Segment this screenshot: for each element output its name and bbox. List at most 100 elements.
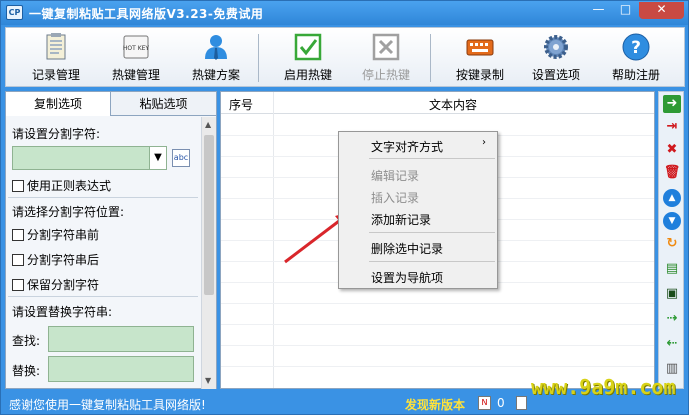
export-icon[interactable]: ⇥ (663, 118, 681, 136)
checkbox-box[interactable] (12, 229, 24, 241)
window-title: 一键复制粘贴工具网络版V3.23-免费试用 (29, 7, 264, 21)
tab-paste-options[interactable]: 粘贴选项 (111, 92, 216, 116)
open-folder-icon[interactable]: ➜ (663, 95, 681, 113)
menu-item-set-nav[interactable]: 设置为导航项 (371, 269, 443, 286)
separator-label: 请设置分割字符: (12, 127, 101, 141)
record-manage-button[interactable]: 记录管理 (24, 30, 88, 86)
before-separator-checkbox[interactable]: 分割字符串前 (12, 226, 99, 243)
section-divider (8, 197, 198, 198)
refresh-icon[interactable]: ↻ (663, 235, 681, 253)
watermark-text: www.9a9m.com (531, 375, 676, 399)
enable-hotkey-button[interactable]: 启用热键 (276, 30, 340, 86)
help-register-button[interactable]: ? 帮助注册 (604, 30, 668, 86)
column-header-index[interactable]: 序号 (229, 96, 253, 113)
menu-item-edit-record[interactable]: 编辑记录 (371, 167, 419, 184)
scroll-down-arrow-icon[interactable]: ▼ (205, 376, 211, 385)
stop-hotkey-button[interactable]: 停止热键 (354, 30, 418, 86)
checkbox-box[interactable] (12, 279, 24, 291)
help-icon: ? (622, 33, 650, 61)
scroll-thumb[interactable] (204, 135, 214, 295)
menu-separator (369, 232, 495, 233)
gear-icon (544, 35, 568, 59)
user-icon (205, 35, 227, 60)
options-scrollbar[interactable]: ▲ ▼ (201, 117, 216, 389)
notepad-icon (46, 33, 66, 60)
abc-edit-icon[interactable]: abc (172, 149, 190, 167)
row-gridline (221, 324, 654, 325)
row-gridline (221, 345, 654, 346)
hotkey-scheme-label: 热键方案 (191, 68, 240, 82)
menu-separator (369, 158, 495, 159)
record-manage-label: 记录管理 (31, 68, 80, 82)
main-toolbar: 记录管理 HOT KEY 热键管理 热键方案 启用热键 停止热键 按键录制 设置… (5, 27, 685, 87)
after-separator-label: 分割字符串后 (27, 253, 100, 267)
row-gridline (221, 366, 654, 367)
record-actions-bar: ➜ ⇥ ✖ 🗑 ▲ ▼ ↻ ▤ ▣ ⇢ ⇠ ▥ (658, 91, 684, 389)
keep-separator-label: 保留分割字符 (27, 278, 100, 292)
after-separator-checkbox[interactable]: 分割字符串后 (12, 251, 99, 268)
hotkey-manage-button[interactable]: HOT KEY 热键管理 (104, 30, 168, 86)
column-header-text[interactable]: 文本内容 (429, 96, 477, 113)
title-bar[interactable]: CP 一键复制粘贴工具网络版V3.23-免费试用 — □ ✕ (1, 1, 688, 25)
options-panel: 复制选项 粘贴选项 请设置分割字符: ▼ abc 使用正则表达式 请选择分割字符… (5, 91, 217, 389)
delete-icon[interactable]: ✖ (663, 141, 681, 159)
use-regex-checkbox[interactable]: 使用正则表达式 (12, 177, 111, 194)
settings-label: 设置选项 (531, 68, 580, 82)
status-n-icon: N (478, 396, 491, 410)
arrow-left-icon[interactable]: ⇠ (663, 335, 681, 353)
use-regex-label: 使用正则表达式 (27, 179, 112, 193)
new-version-link[interactable]: 发现新版本 (405, 396, 465, 413)
hotkey-manage-label: 热键管理 (111, 68, 160, 82)
settings-button[interactable]: 设置选项 (524, 30, 588, 86)
clipboard-icon[interactable]: ▤ (663, 260, 681, 278)
help-icon-text: ? (631, 38, 641, 58)
checkmark-icon (294, 33, 322, 61)
keep-separator-checkbox[interactable]: 保留分割字符 (12, 276, 99, 293)
before-separator-label: 分割字符串前 (27, 228, 100, 242)
position-label: 请选择分割字符位置: (12, 205, 125, 219)
row-gridline (221, 303, 654, 304)
chevron-down-icon[interactable]: ▼ (149, 146, 167, 170)
tab-copy-options[interactable]: 复制选项 (6, 92, 111, 116)
enable-hotkey-label: 启用热键 (283, 68, 332, 82)
menu-item-delete-selected[interactable]: 删除选中记录 (371, 240, 443, 257)
find-label: 查找: (12, 334, 41, 348)
status-message: 感谢您使用一键复制粘贴工具网络版! (9, 398, 206, 412)
section-divider (8, 296, 198, 297)
replace-input[interactable] (48, 356, 194, 382)
maximize-button[interactable]: □ (612, 2, 639, 19)
menu-item-add-record[interactable]: 添加新记录 (371, 211, 431, 228)
hotkey-scheme-button[interactable]: 热键方案 (184, 30, 248, 86)
scroll-up-arrow-icon[interactable]: ▲ (205, 120, 211, 129)
monitor-icon[interactable]: ▣ (663, 285, 681, 303)
trash-icon[interactable]: 🗑 (663, 164, 681, 182)
options-tabs: 复制选项 粘贴选项 (6, 92, 216, 116)
copy-options-body: 请设置分割字符: ▼ abc 使用正则表达式 请选择分割字符位置: 分割字符串前… (6, 117, 201, 389)
stop-icon (372, 33, 400, 61)
chevron-right-icon: › (482, 137, 486, 148)
help-register-label: 帮助注册 (611, 68, 660, 82)
replace-with-label: 替换: (12, 364, 41, 378)
app-logo-icon: CP (6, 5, 23, 20)
menu-item-text-align-label: 文字对齐方式 (371, 140, 444, 154)
menu-item-text-align[interactable]: 文字对齐方式 (371, 138, 496, 155)
menu-separator (369, 261, 495, 262)
toolbar-divider (430, 34, 431, 82)
checkbox-box[interactable] (12, 254, 24, 266)
separator-combo[interactable] (12, 146, 166, 170)
key-record-button[interactable]: 按键录制 (448, 30, 512, 86)
find-input[interactable] (48, 326, 194, 352)
move-down-icon[interactable]: ▼ (663, 212, 681, 230)
menu-item-insert-record[interactable]: 插入记录 (371, 189, 419, 206)
list-header: 序号 文本内容 (221, 92, 654, 114)
keyboard-icon (466, 39, 494, 56)
hotkey-icon-text: HOT KEY (123, 45, 150, 52)
close-button[interactable]: ✕ (639, 2, 684, 19)
minimize-button[interactable]: — (585, 2, 612, 19)
hotkey-icon: HOT KEY (123, 35, 150, 59)
stop-hotkey-label: 停止热键 (361, 68, 410, 82)
import-icon[interactable]: ⇢ (663, 310, 681, 328)
toolbar-divider (258, 34, 259, 82)
move-up-icon[interactable]: ▲ (663, 189, 681, 207)
checkbox-box[interactable] (12, 180, 24, 192)
